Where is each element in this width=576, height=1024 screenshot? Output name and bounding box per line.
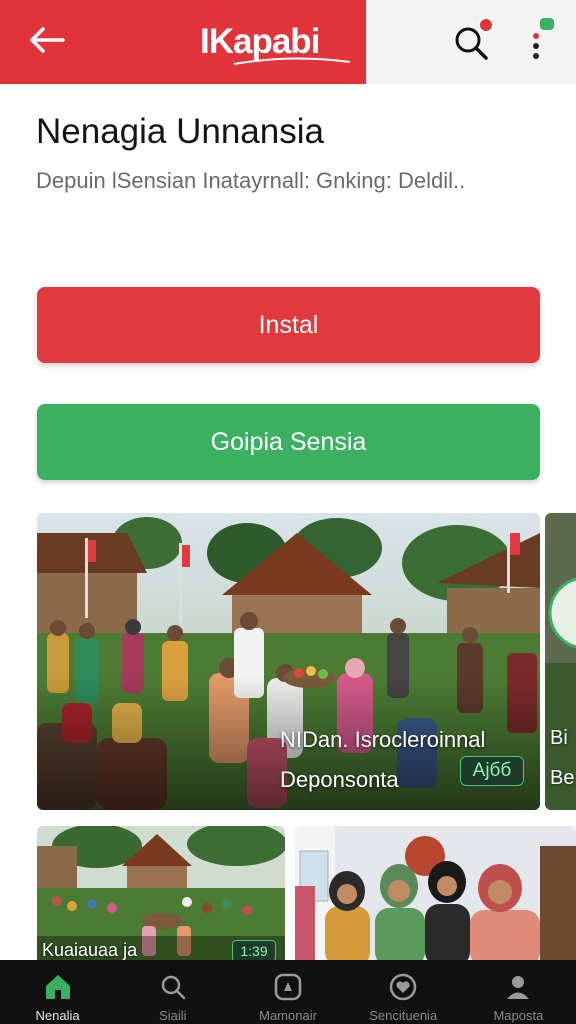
more-menu-button[interactable]: [520, 14, 560, 68]
nav-label-search: Siaili: [159, 1008, 187, 1023]
back-arrow-icon: [30, 27, 65, 53]
nav-label-profile: Maposta: [493, 1008, 544, 1023]
gallery-thumb-2[interactable]: [295, 826, 576, 966]
nav-label-favorites: Sencituenia: [369, 1008, 438, 1023]
nav-item-profile[interactable]: Maposta: [461, 960, 576, 1024]
women-group-illustration: [295, 826, 576, 966]
secondary-action-button[interactable]: Goipia Sensia: [37, 404, 540, 480]
gallery-thumb-1-badge: 1:39: [232, 940, 276, 962]
nav-label-explore: Mamonair: [259, 1008, 317, 1023]
bottom-navigation: Nenalia Siaili Mamonair Sencituenia Mapo…: [0, 960, 576, 1024]
install-button[interactable]: Instal: [37, 287, 540, 363]
brand-logo: IKapabi: [200, 10, 366, 74]
gallery-main-badge: Ajбб: [460, 756, 524, 786]
compass-icon: [274, 973, 302, 1001]
nav-item-explore[interactable]: Mamonair: [230, 960, 345, 1024]
gallery-next-caption-title: Bi: [550, 727, 568, 749]
nav-item-search[interactable]: Siaili: [115, 960, 230, 1024]
back-button[interactable]: [22, 18, 72, 62]
gallery-next-illustration: [545, 513, 576, 810]
app-title: Nenagia Unnansia: [36, 112, 324, 151]
profile-icon: [507, 976, 530, 999]
gallery-thumb-1-caption: Kuaiauaa ja: [42, 940, 138, 960]
notification-dot: [478, 17, 494, 33]
nav-item-home[interactable]: Nenalia: [0, 960, 115, 1024]
app-header: IKapabi: [0, 0, 576, 84]
gallery-next-image[interactable]: [545, 513, 576, 810]
gallery-next-caption-subtitle: Be: [550, 767, 575, 789]
nav-label-home: Nenalia: [35, 1008, 80, 1023]
heart-icon: [389, 973, 417, 1001]
app-subtitle: Depuin lSensian Inatayrnall: Gnking: Del…: [36, 168, 466, 193]
home-icon: [45, 975, 70, 999]
gallery-main-caption-subtitle: Deponsonta: [280, 767, 399, 792]
brand-swoosh-icon: [233, 57, 351, 65]
nav-item-favorites[interactable]: Sencituenia: [346, 960, 461, 1024]
gallery-main-caption-title: NIDan. Isrocleroinnal: [280, 727, 486, 752]
more-vert-icon: [533, 18, 554, 59]
search-icon: [161, 975, 186, 1000]
